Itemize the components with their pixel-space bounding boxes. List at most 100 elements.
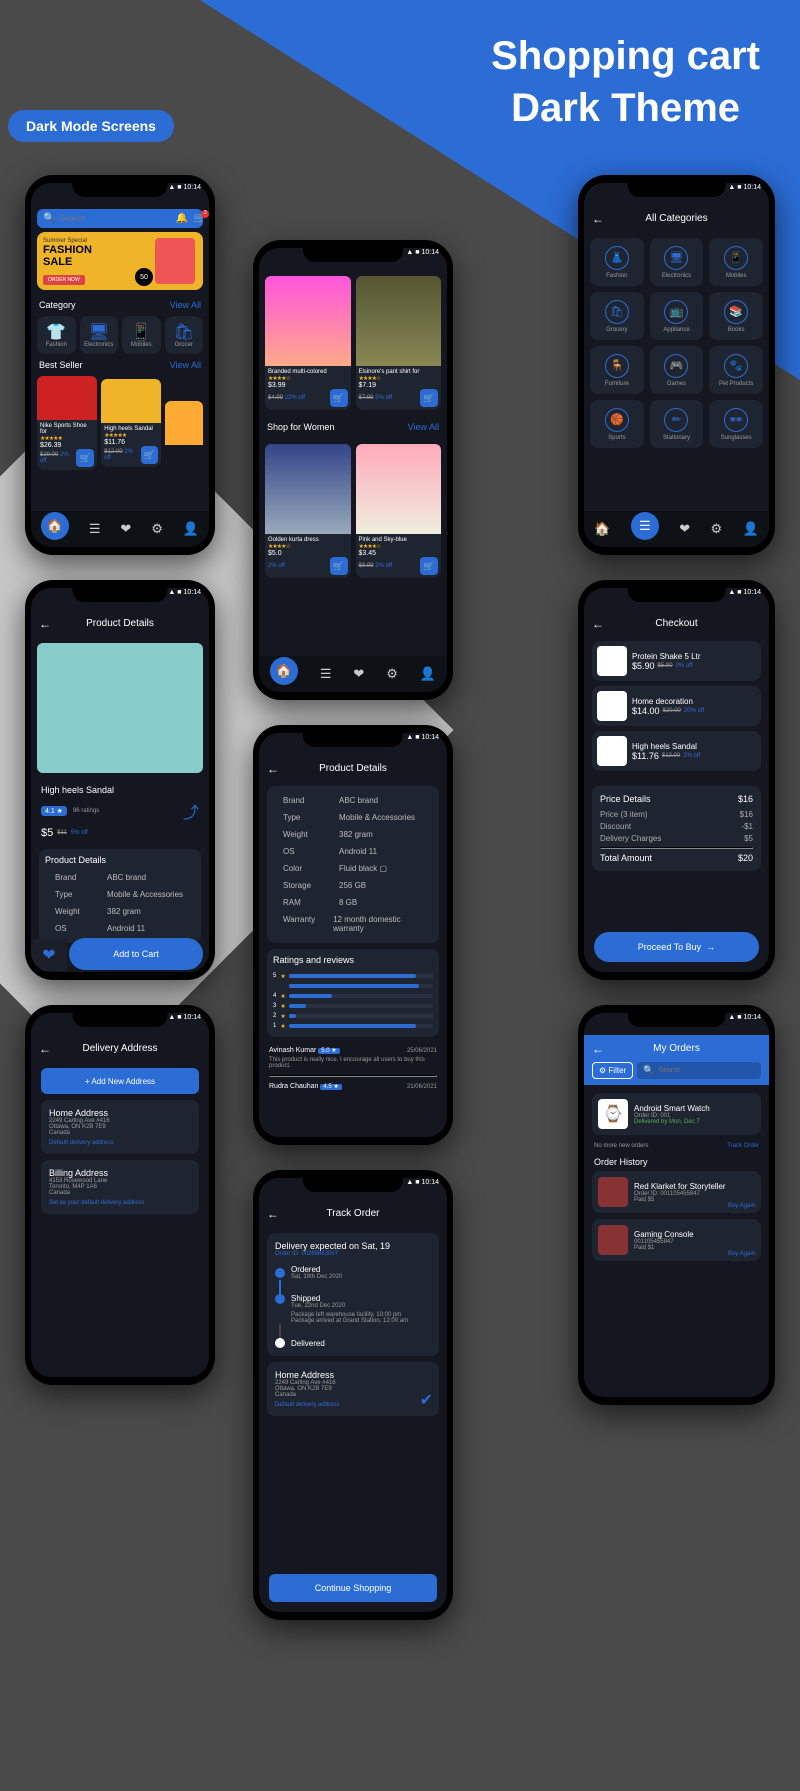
add-cart-icon[interactable]: 🛒 — [330, 389, 348, 407]
back-icon[interactable]: ← — [39, 1042, 51, 1056]
category-fashion[interactable]: 👗Fashion — [590, 238, 644, 286]
best-seller-label: Best Seller — [39, 360, 83, 370]
screen-title: All Categories — [645, 213, 707, 224]
category-games[interactable]: 🎮Games — [650, 346, 704, 394]
orders-search-input[interactable] — [658, 1067, 755, 1074]
checkout-item: High heels Sandal$11.76$12.002% off — [592, 731, 761, 771]
nav-list-icon[interactable]: ☰ — [320, 666, 332, 682]
bell-icon[interactable]: 🔔 — [175, 213, 187, 224]
back-icon[interactable]: ← — [267, 1207, 279, 1221]
delivery-expected: Delivery expected on Sat, 19 — [275, 1241, 431, 1251]
cart-icon[interactable]: 🛒2 — [194, 213, 206, 224]
order-now-button[interactable]: ORDER NOW — [43, 275, 85, 285]
category-electronics[interactable]: 🖥Electronics — [80, 316, 119, 354]
history-item[interactable]: Gaming Console001105455847Paid $1Buy Aga… — [592, 1219, 761, 1261]
nav-home[interactable]: 🏠 — [270, 657, 298, 685]
screen-title: Product Details — [86, 618, 154, 629]
back-icon[interactable]: ← — [267, 762, 279, 776]
category-books[interactable]: 📚Books — [709, 292, 763, 340]
check-icon: ✔ — [420, 1390, 433, 1410]
buy-again-link[interactable]: Buy Again — [728, 1203, 755, 1209]
nav-profile-icon[interactable]: 👤 — [420, 666, 436, 682]
step-dot — [275, 1268, 285, 1278]
nav-profile-icon[interactable]: 👤 — [183, 521, 199, 537]
screen-title: Checkout — [655, 618, 697, 629]
address-label: Home Address — [49, 1108, 191, 1118]
order-card[interactable]: ⌚ Android Smart Watch Order ID: 001 Deli… — [592, 1093, 761, 1135]
category-sunglasses[interactable]: 🕶Sunglasses — [709, 400, 763, 448]
filter-button[interactable]: ⚙ Filter — [592, 1062, 633, 1079]
category-mobiles[interactable]: 📱Mobiles — [709, 238, 763, 286]
category-appliance[interactable]: 📺Appliance — [650, 292, 704, 340]
category-electronics[interactable]: 🖥Electronics — [650, 238, 704, 286]
search-icon: 🔍 — [643, 1065, 654, 1076]
product-card[interactable]: High heels Sandal ★★★★★ $11.76 $12.00 2%… — [101, 379, 161, 467]
category-stationary[interactable]: ✏Stationary — [650, 400, 704, 448]
nav-settings-icon[interactable]: ⚙ — [386, 666, 398, 682]
nav-list-icon[interactable]: ☰ — [89, 521, 101, 537]
nav-profile-icon[interactable]: 👤 — [743, 521, 759, 537]
category-furniture[interactable]: 🪑Furniture — [590, 346, 644, 394]
add-cart-icon[interactable]: 🛒 — [141, 446, 159, 464]
nav-home-icon[interactable]: 🏠 — [594, 521, 610, 537]
set-default-link[interactable]: Set as your default delivery address — [49, 1200, 191, 1206]
screen-title: Track Order — [327, 1208, 380, 1219]
price-details-label: Price Details — [600, 794, 651, 804]
add-address-button[interactable]: + Add New Address — [41, 1068, 199, 1094]
nav-favorite-icon[interactable]: ❤ — [679, 521, 690, 537]
back-icon[interactable]: ← — [39, 617, 51, 631]
nav-list[interactable]: ☰ — [631, 512, 659, 540]
history-label: Order History — [584, 1149, 769, 1171]
address-label: Billing Address — [49, 1168, 191, 1178]
add-to-cart-button[interactable]: Add to Cart — [69, 938, 203, 970]
buy-again-link[interactable]: Buy Again — [728, 1251, 755, 1257]
view-all-link[interactable]: View All — [170, 300, 201, 310]
proceed-button[interactable]: Proceed To Buy → — [594, 932, 759, 962]
product-card[interactable]: Elsinore's pant shirt for ★★★★☆ $7.19 $7… — [356, 276, 442, 410]
category-pet products[interactable]: 🐾Pet Products — [709, 346, 763, 394]
section-label: Shop for Women — [267, 422, 334, 432]
history-item[interactable]: Red Klarket for StorytellerOrder ID: 001… — [592, 1171, 761, 1213]
category-mobiles[interactable]: 📱Mobiles — [122, 316, 161, 354]
back-icon[interactable]: ← — [592, 212, 604, 226]
screen-title: My Orders — [653, 1043, 700, 1054]
product-image — [37, 643, 203, 773]
nav-home[interactable]: 🏠 — [41, 512, 69, 540]
nav-favorite-icon[interactable]: ❤ — [120, 521, 131, 537]
view-all-link[interactable]: View All — [170, 360, 201, 370]
screen-title: Delivery Address — [82, 1043, 157, 1054]
ratings-label: Ratings and reviews — [273, 955, 433, 965]
category-sports[interactable]: 🏀Sports — [590, 400, 644, 448]
add-cart-icon[interactable]: 🛒 — [76, 449, 94, 467]
back-icon[interactable]: ← — [592, 617, 604, 631]
category-fashion[interactable]: 👕Fashion — [37, 316, 76, 354]
add-cart-icon[interactable]: 🛒 — [420, 389, 438, 407]
nav-favorite-icon[interactable]: ❤ — [353, 666, 364, 682]
add-cart-icon[interactable]: 🛒 — [420, 557, 438, 575]
checkout-item: Home decoration$14.00$20.0020% off — [592, 686, 761, 726]
nav-settings-icon[interactable]: ⚙ — [711, 521, 723, 537]
search-input[interactable] — [59, 214, 169, 223]
category-grocery[interactable]: 🛍Grocer — [165, 316, 204, 354]
category-grocery[interactable]: 🛍Grocery — [590, 292, 644, 340]
product-name: High heels Sandal — [41, 785, 199, 795]
product-card[interactable]: Golden kurta dress ★★★★☆ $5.0 2% off🛒 — [265, 444, 351, 578]
search-icon: 🔍 — [43, 213, 55, 224]
default-label: Default delivery address — [49, 1140, 191, 1146]
continue-shopping-button[interactable]: Continue Shopping — [269, 1574, 437, 1602]
product-card[interactable]: Pink and Sky-blue ★★★★☆ $3.45 $8.99 2% o… — [356, 444, 442, 578]
order-id: Order ID: 00269883007 — [275, 1251, 431, 1257]
view-all-link[interactable]: View All — [408, 422, 439, 432]
track-order-link[interactable]: Track Order — [727, 1143, 759, 1149]
nav-settings-icon[interactable]: ⚙ — [151, 521, 163, 537]
screen-title: Product Details — [319, 763, 387, 774]
product-card[interactable]: Nike Sports Shoe for ★★★★★ $26.39 $29.00… — [37, 376, 97, 470]
back-icon[interactable]: ← — [592, 1042, 604, 1056]
page-title: Shopping cart Dark Theme — [491, 30, 760, 134]
add-cart-icon[interactable]: 🛒 — [330, 557, 348, 575]
favorite-button[interactable]: ❤ — [31, 939, 67, 971]
category-label: Category — [39, 300, 76, 310]
dark-mode-badge: Dark Mode Screens — [8, 110, 174, 142]
product-card[interactable]: Branded multi-colored ★★★★☆ $3.99 $4.99 … — [265, 276, 351, 410]
share-icon[interactable]: ⤴ — [183, 799, 199, 823]
